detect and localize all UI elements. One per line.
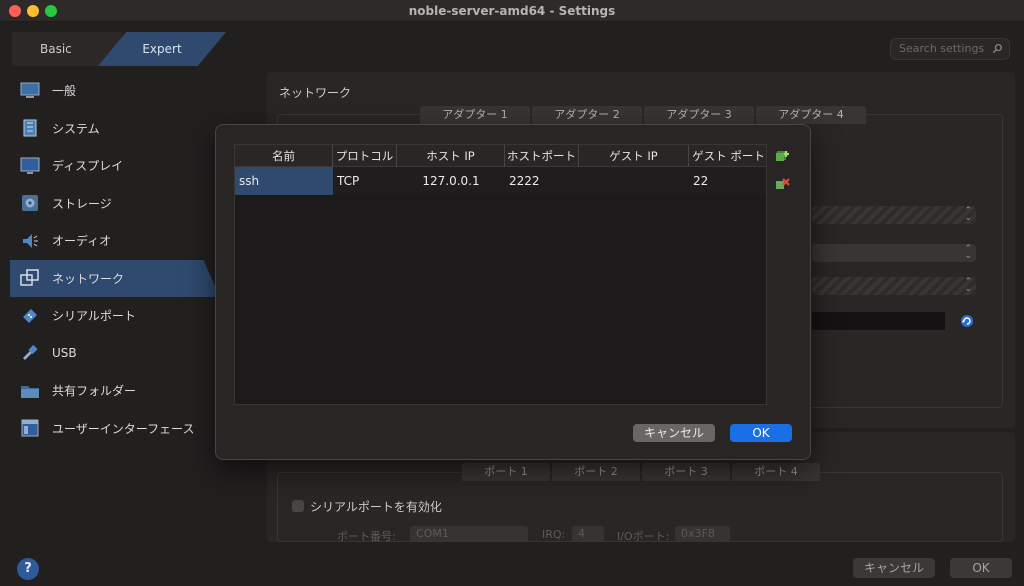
network-icon	[20, 268, 40, 288]
sidebar-item-general[interactable]: 一般	[10, 72, 220, 110]
port-forwarding-table: 名前 プロトコル ホスト IP ホストポート ゲスト IP ゲスト ポート ss…	[234, 144, 767, 405]
search-input[interactable]: Search settings	[890, 38, 1010, 60]
ok-button[interactable]: OK	[950, 558, 1012, 578]
tab-port-1[interactable]: ポート 1	[462, 463, 550, 481]
sidebar-item-shared-folders[interactable]: 共有フォルダー	[10, 372, 220, 410]
table-row[interactable]: ssh TCP 127.0.0.1 2222 22	[235, 167, 766, 195]
sidebar-item-display[interactable]: ディスプレイ	[10, 147, 220, 185]
column-header-host-ip[interactable]: ホスト IP	[397, 145, 505, 167]
updown-icon: ⌃ ⌄	[964, 277, 972, 294]
dialog-cancel-button[interactable]: キャンセル	[633, 424, 715, 442]
port-number-select[interactable]: COM1	[410, 526, 528, 542]
cell-host-ip[interactable]: 127.0.0.1	[397, 167, 505, 195]
sidebar: 一般 システム ディスプレイ ストレージ オーディオ ネットワーク シリアルポー…	[10, 72, 220, 447]
sidebar-item-label: システム	[52, 121, 100, 136]
column-header-guest-ip[interactable]: ゲスト IP	[579, 145, 689, 167]
sidebar-item-storage[interactable]: ストレージ	[10, 185, 220, 223]
sidebar-item-label: USB	[52, 346, 77, 361]
sidebar-item-label: ディスプレイ	[52, 159, 124, 174]
sidebar-item-label: 一般	[52, 84, 77, 99]
port-tabs: ポート 1 ポート 2 ポート 3 ポート 4	[462, 463, 822, 481]
refresh-mac-icon[interactable]	[960, 314, 974, 328]
port-number-label: ポート番号:	[337, 530, 396, 543]
enable-serial-label: シリアルポートを有効化	[310, 500, 442, 514]
remove-rule-button[interactable]	[773, 175, 791, 193]
tab-port-2[interactable]: ポート 2	[552, 463, 640, 481]
sidebar-item-usb[interactable]: USB	[10, 335, 220, 373]
tab-adapter-2[interactable]: アダプター 2	[532, 106, 642, 124]
tab-port-3[interactable]: ポート 3	[642, 463, 730, 481]
column-header-protocol[interactable]: プロトコル	[333, 145, 397, 167]
help-button[interactable]: ?	[17, 558, 39, 580]
serial-icon	[20, 306, 40, 326]
dialog-ok-button[interactable]: OK	[730, 424, 792, 442]
cell-protocol[interactable]: TCP	[333, 167, 397, 195]
irq-field[interactable]: 4	[572, 526, 604, 542]
table-header: 名前 プロトコル ホスト IP ホストポート ゲスト IP ゲスト ポート	[235, 145, 766, 167]
enable-serial-checkbox[interactable]	[292, 500, 304, 512]
add-rule-button[interactable]	[773, 147, 791, 165]
sidebar-item-serial[interactable]: シリアルポート	[10, 297, 220, 335]
sidebar-item-label: シリアルポート	[52, 309, 136, 324]
sidebar-item-label: 共有フォルダー	[52, 384, 137, 399]
adapter-name-select[interactable]: ⌃ ⌄	[812, 244, 976, 262]
column-header-guest-port[interactable]: ゲスト ポート	[689, 145, 768, 167]
sidebar-item-label: ユーザーインターフェース	[52, 421, 195, 436]
speaker-icon	[20, 231, 40, 251]
port-forwarding-dialog: 名前 プロトコル ホスト IP ホストポート ゲスト IP ゲスト ポート ss…	[215, 124, 811, 460]
sidebar-item-network[interactable]: ネットワーク	[10, 259, 220, 297]
chip-icon	[20, 118, 40, 138]
mac-address-field[interactable]	[812, 312, 945, 330]
display-icon	[20, 156, 40, 176]
sidebar-item-audio[interactable]: オーディオ	[10, 222, 220, 260]
tab-port-4[interactable]: ポート 4	[732, 463, 820, 481]
disk-icon	[20, 193, 40, 213]
sidebar-item-system[interactable]: システム	[10, 110, 220, 148]
title-bar: noble-server-amd64 - Settings	[0, 0, 1024, 22]
tab-adapter-1[interactable]: アダプター 1	[420, 106, 530, 124]
sidebar-item-user-interface[interactable]: ユーザーインターフェース	[10, 410, 220, 448]
mode-tabs: Basic Expert	[12, 32, 226, 66]
cell-guest-port[interactable]: 22	[689, 167, 768, 195]
attached-to-select[interactable]: ⌃ ⌄	[812, 206, 976, 224]
window-icon	[20, 418, 40, 438]
irq-label: IRQ:	[542, 528, 566, 541]
io-port-label: I/Oポート:	[617, 530, 670, 543]
add-rule-icon	[776, 151, 789, 161]
adapter-tabs: アダプター 1 アダプター 2 アダプター 3 アダプター 4	[420, 106, 868, 124]
updown-icon: ⌃ ⌄	[964, 244, 972, 261]
search-placeholder: Search settings	[899, 42, 985, 55]
cell-name[interactable]: ssh	[235, 167, 333, 195]
sidebar-item-label: オーディオ	[52, 234, 112, 249]
cell-host-port[interactable]: 2222	[505, 167, 579, 195]
sidebar-item-label: ネットワーク	[52, 271, 125, 286]
sidebar-item-label: ストレージ	[52, 196, 112, 211]
io-port-field[interactable]: 0x3F8	[675, 526, 730, 542]
monitor-icon	[20, 81, 40, 101]
tab-adapter-4[interactable]: アダプター 4	[756, 106, 866, 124]
search-icon	[992, 44, 1002, 54]
folder-icon	[20, 381, 40, 401]
column-header-host-port[interactable]: ホストポート	[505, 145, 579, 167]
usb-icon	[20, 343, 40, 363]
updown-icon: ⌃ ⌄	[964, 206, 972, 223]
tab-adapter-3[interactable]: アダプター 3	[644, 106, 754, 124]
cancel-button[interactable]: キャンセル	[853, 558, 935, 578]
adapter-type-select[interactable]: ⌃ ⌄	[812, 277, 976, 295]
column-header-name[interactable]: 名前	[235, 145, 333, 167]
window-title: noble-server-amd64 - Settings	[408, 4, 616, 18]
cell-guest-ip[interactable]	[579, 167, 689, 195]
remove-rule-icon	[776, 178, 790, 189]
section-title: ネットワーク	[279, 86, 352, 100]
